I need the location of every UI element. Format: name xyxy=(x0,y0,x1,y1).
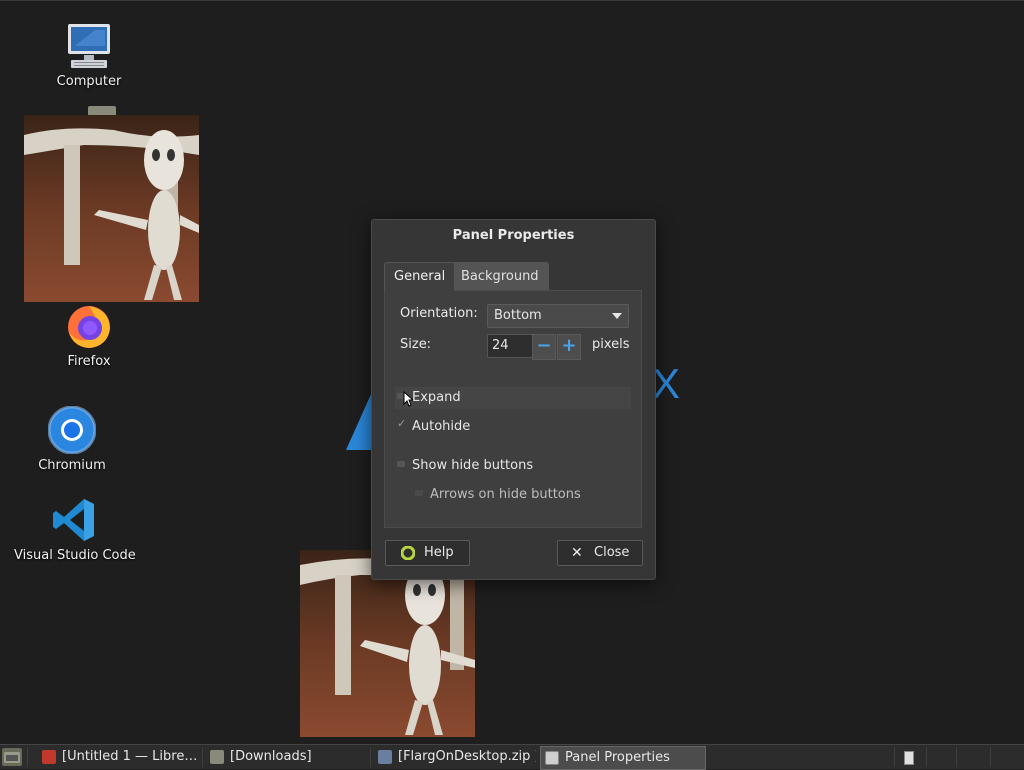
desktop-icon-label: Visual Studio Code xyxy=(14,548,136,563)
close-button-label: Close xyxy=(594,545,630,560)
wallpaper-logo-x: X xyxy=(652,360,681,407)
desktop-icon-label: Firefox xyxy=(67,354,111,369)
checkbox-label: Arrows on hide buttons xyxy=(430,487,581,502)
vscode-icon xyxy=(53,499,94,541)
task-label: [Downloads] xyxy=(230,749,312,764)
dialog-title: Panel Properties xyxy=(452,228,575,243)
app-menu-button[interactable] xyxy=(2,748,22,766)
taskbar-separator xyxy=(27,747,28,767)
help-button[interactable]: Help xyxy=(385,540,470,566)
checkmark-icon: ✓ xyxy=(397,417,407,430)
size-label: Size: xyxy=(400,337,432,352)
desktop-icon-label: Computer xyxy=(56,74,122,89)
desktop-icon-chromium[interactable]: Chromium xyxy=(34,406,110,473)
task-label: [Untitled 1 — Libre… xyxy=(62,749,198,764)
computer-icon xyxy=(68,24,110,68)
chevron-down-icon xyxy=(612,313,622,319)
checkbox-label: Expand xyxy=(412,390,461,405)
orientation-dropdown[interactable]: Bottom xyxy=(487,304,629,328)
desktop-icon-vscode[interactable]: Visual Studio Code xyxy=(14,496,136,563)
taskbar: [Untitled 1 — Libre… [Downloads] [FlargO… xyxy=(0,744,1024,770)
task-label: Panel Properties xyxy=(565,750,670,765)
archive-icon xyxy=(378,750,392,764)
close-button[interactable]: ✕ Close xyxy=(557,540,643,566)
meme-image-top xyxy=(24,115,199,302)
mouse-cursor-icon xyxy=(403,391,413,407)
checkbox-label: Autohide xyxy=(412,419,471,434)
screen-top-border xyxy=(0,0,1024,1)
desktop-icon-label: Chromium xyxy=(38,458,106,473)
size-value: 24 xyxy=(492,338,509,353)
window-icon xyxy=(545,751,559,765)
folder-icon xyxy=(210,750,224,764)
task-downloads[interactable]: [Downloads] xyxy=(206,746,366,768)
file-manager-icon xyxy=(4,752,20,763)
autohide-checkbox[interactable]: ✓ Autohide xyxy=(395,416,631,438)
tab-background[interactable]: Background xyxy=(451,262,549,291)
panel-properties-dialog: Panel Properties General Background Orie… xyxy=(371,219,656,580)
task-archive[interactable]: [FlargOnDesktop.zip ] xyxy=(374,746,536,768)
libreoffice-icon xyxy=(42,750,56,764)
desktop-icon-computer[interactable]: Computer xyxy=(52,22,126,89)
taskbar-separator xyxy=(990,747,991,767)
help-icon xyxy=(401,546,415,560)
size-increment-button[interactable]: + xyxy=(557,334,581,360)
taskbar-separator xyxy=(926,747,927,767)
orientation-label: Orientation: xyxy=(400,306,478,321)
size-decrement-button[interactable]: − xyxy=(532,334,556,360)
task-label: [FlargOnDesktop.zip ] xyxy=(398,749,536,764)
close-icon: ✕ xyxy=(571,545,583,561)
show-hide-buttons-checkbox[interactable]: Show hide buttons xyxy=(395,455,631,477)
wallpaper-logo-fragment xyxy=(346,392,372,450)
size-input[interactable]: 24 xyxy=(487,334,533,358)
tab-general[interactable]: General xyxy=(384,262,456,291)
taskbar-separator xyxy=(202,747,203,767)
task-panel-properties[interactable]: Panel Properties xyxy=(540,746,706,770)
firefox-icon xyxy=(68,306,110,348)
task-libreoffice[interactable]: [Untitled 1 — Libre… xyxy=(38,746,198,768)
help-button-label: Help xyxy=(424,545,454,560)
taskbar-separator xyxy=(894,747,895,767)
desktop-icon-firefox[interactable]: Firefox xyxy=(52,302,126,369)
size-unit-label: pixels xyxy=(592,337,630,352)
checkbox-unchecked-icon xyxy=(397,461,405,467)
taskbar-separator xyxy=(956,747,957,767)
arrows-on-hide-buttons-checkbox[interactable]: Arrows on hide buttons xyxy=(413,484,631,506)
general-tab-panel: Orientation: Bottom Size: 24 − + pixels … xyxy=(384,290,642,528)
show-desktop-button[interactable] xyxy=(904,751,914,765)
checkbox-unchecked-icon xyxy=(415,490,423,496)
tab-container: General Background Orientation: Bottom S… xyxy=(384,262,642,528)
chromium-icon xyxy=(48,406,96,454)
orientation-value: Bottom xyxy=(494,308,542,323)
taskbar-separator xyxy=(370,747,371,767)
expand-checkbox[interactable]: Expand xyxy=(395,387,631,409)
checkbox-label: Show hide buttons xyxy=(412,458,534,473)
